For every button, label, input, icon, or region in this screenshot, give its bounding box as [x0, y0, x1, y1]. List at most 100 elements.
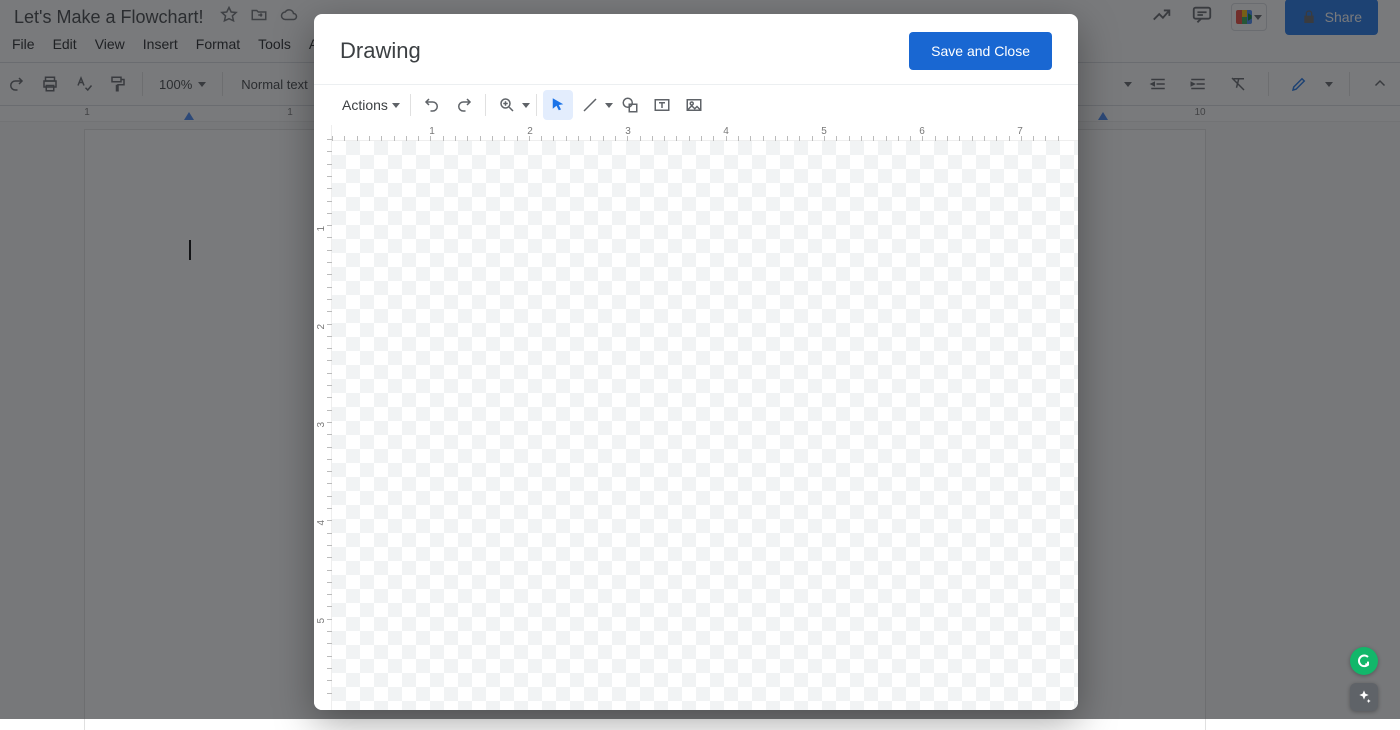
ruler-tick	[750, 136, 751, 141]
ruler-tick	[1021, 136, 1022, 141]
ruler-mark: 3	[316, 422, 327, 428]
actions-label: Actions	[342, 97, 388, 113]
ruler-tick	[327, 619, 332, 620]
ruler-tick	[327, 164, 332, 165]
ruler-mark: 5	[316, 618, 327, 624]
ruler-tick	[590, 136, 591, 141]
dialog-title: Drawing	[340, 38, 421, 64]
ruler-tick	[327, 385, 332, 386]
ruler-tick	[327, 176, 332, 177]
drawing-canvas[interactable]	[332, 141, 1078, 710]
horizontal-ruler[interactable]: 1 2 3 4 5 6 7	[332, 125, 1078, 141]
ruler-tick	[627, 136, 628, 141]
ruler-tick	[327, 225, 332, 226]
image-tool-button[interactable]	[679, 90, 709, 120]
ruler-mark: 2	[316, 324, 327, 330]
ruler-tick	[327, 533, 332, 534]
textbox-tool-button[interactable]	[647, 90, 677, 120]
ruler-tick	[430, 136, 431, 141]
ruler-tick	[327, 631, 332, 632]
ruler-tick	[455, 136, 456, 141]
ruler-tick	[922, 136, 923, 141]
ruler-tick	[799, 136, 800, 141]
ruler-tick	[327, 299, 332, 300]
ruler-tick	[603, 136, 604, 141]
ruler-tick	[935, 136, 936, 141]
vertical-ruler[interactable]: 1 2 3 4 5	[314, 125, 332, 710]
ruler-tick	[738, 136, 739, 141]
ruler-tick	[492, 136, 493, 141]
actions-menu[interactable]: Actions	[338, 97, 404, 113]
ruler-tick	[689, 136, 690, 141]
ruler-tick	[959, 136, 960, 141]
toolbar-separator	[485, 94, 486, 116]
ruler-tick	[615, 136, 616, 141]
chevron-down-icon	[522, 103, 530, 108]
ruler-tick	[467, 136, 468, 141]
ruler-tick	[327, 643, 332, 644]
shape-tool-button[interactable]	[615, 90, 645, 120]
ruler-tick	[529, 136, 530, 141]
ruler-tick	[357, 136, 358, 141]
chevron-down-icon	[605, 103, 613, 108]
ruler-tick	[327, 459, 332, 460]
ruler-tick	[726, 136, 727, 141]
ruler-tick	[824, 136, 825, 141]
ruler-tick	[369, 136, 370, 141]
ruler-tick	[972, 136, 973, 141]
undo-button[interactable]	[417, 90, 447, 120]
ruler-tick	[836, 136, 837, 141]
ruler-tick	[327, 287, 332, 288]
toolbar-separator	[410, 94, 411, 116]
drawing-dialog: Drawing Save and Close Actions 1 2 3	[314, 14, 1078, 710]
zoom-tool[interactable]	[492, 90, 530, 120]
ruler-tick	[327, 360, 332, 361]
ruler-tick	[327, 188, 332, 189]
ruler-tick	[327, 557, 332, 558]
ruler-tick	[327, 397, 332, 398]
line-tool-button[interactable]	[575, 90, 613, 120]
ruler-tick	[787, 136, 788, 141]
explore-badge[interactable]	[1350, 683, 1378, 711]
ruler-tick	[327, 274, 332, 275]
save-and-close-button[interactable]: Save and Close	[909, 32, 1052, 70]
ruler-tick	[327, 520, 332, 521]
ruler-tick	[327, 447, 332, 448]
ruler-tick	[984, 136, 985, 141]
ruler-tick	[713, 136, 714, 141]
ruler-tick	[327, 570, 332, 571]
dialog-header: Drawing Save and Close	[314, 14, 1078, 84]
ruler-tick	[443, 136, 444, 141]
ruler-tick	[327, 348, 332, 349]
drawing-canvas-area: 1 2 3 4 5 1 2 3 4 5 6 7	[314, 125, 1078, 710]
ruler-tick	[327, 422, 332, 423]
ruler-tick	[480, 136, 481, 141]
ruler-tick	[640, 136, 641, 141]
ruler-tick	[553, 136, 554, 141]
ruler-tick	[327, 250, 332, 251]
ruler-tick	[332, 136, 333, 141]
drawing-toolbar: Actions	[314, 85, 1078, 125]
ruler-tick	[327, 434, 332, 435]
redo-button[interactable]	[449, 90, 479, 120]
ruler-tick	[873, 136, 874, 141]
ruler-tick	[886, 136, 887, 141]
ruler-tick	[394, 136, 395, 141]
ruler-tick	[578, 136, 579, 141]
ruler-tick	[775, 136, 776, 141]
ruler-tick	[541, 136, 542, 141]
ruler-tick	[1058, 136, 1059, 141]
ruler-tick	[652, 136, 653, 141]
ruler-tick	[947, 136, 948, 141]
ruler-tick	[327, 410, 332, 411]
ruler-tick	[327, 336, 332, 337]
ruler-tick	[910, 136, 911, 141]
grammarly-badge[interactable]	[1350, 647, 1378, 675]
ruler-tick	[812, 136, 813, 141]
ruler-tick	[861, 136, 862, 141]
select-tool-button[interactable]	[543, 90, 573, 120]
toolbar-separator	[536, 94, 537, 116]
zoom-tool-icon	[492, 90, 522, 120]
ruler-tick	[327, 496, 332, 497]
ruler-tick	[327, 262, 332, 263]
